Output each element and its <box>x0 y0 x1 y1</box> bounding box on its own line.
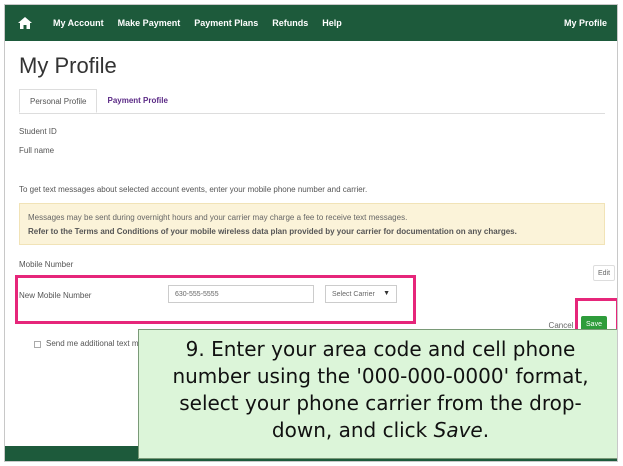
nav-my-profile[interactable]: My Profile <box>564 18 607 28</box>
nav-refunds[interactable]: Refunds <box>272 18 308 28</box>
home-icon[interactable] <box>11 5 39 41</box>
callout-line-4-end: . <box>482 418 490 442</box>
carrier-select-value: Select Carrier <box>332 290 375 298</box>
mobile-number-input[interactable] <box>168 285 314 303</box>
callout-line-3: select your phone carrier from the drop- <box>179 391 582 415</box>
nav-help[interactable]: Help <box>322 18 342 28</box>
page-title: My Profile <box>19 53 117 78</box>
additional-texts-label: Send me additional text me <box>46 339 143 348</box>
callout-save-emphasis: Save <box>433 418 483 442</box>
notice-line-2: Refer to the Terms and Conditions of you… <box>28 227 517 236</box>
callout-line-4-text: down, and click <box>271 418 434 442</box>
top-navigation: My Account Make Payment Payment Plans Re… <box>5 5 617 41</box>
nav-payment-plans[interactable]: Payment Plans <box>194 18 258 28</box>
app-window: My Account Make Payment Payment Plans Re… <box>4 4 618 462</box>
callout-line-1: 9. Enter your area code and cell phone <box>185 337 576 361</box>
sms-intro-text: To get text messages about selected acco… <box>19 185 368 194</box>
callout-line-2: number using the '000-000-0000' format, <box>172 364 589 388</box>
new-mobile-number-label: New Mobile Number <box>19 291 92 300</box>
student-id-label: Student ID <box>19 127 57 136</box>
tab-payment-profile[interactable]: Payment Profile <box>97 89 177 112</box>
edit-button[interactable]: Edit <box>593 265 615 281</box>
tab-personal-profile[interactable]: Personal Profile <box>19 89 98 113</box>
instruction-callout: 9. Enter your area code and cell phone n… <box>138 329 617 459</box>
nav-make-payment[interactable]: Make Payment <box>118 18 181 28</box>
carrier-select[interactable]: Select Carrier ▼ <box>325 285 397 303</box>
sms-fee-notice: Messages may be sent during overnight ho… <box>19 203 605 245</box>
full-name-label: Full name <box>19 146 55 155</box>
nav-my-account[interactable]: My Account <box>53 18 104 28</box>
caret-down-icon: ▼ <box>383 290 390 297</box>
mobile-number-label: Mobile Number <box>19 260 74 269</box>
profile-tabs: Personal Profile Payment Profile <box>19 89 605 114</box>
additional-texts-checkbox[interactable] <box>34 341 41 348</box>
callout-line-4: down, and click Save. <box>139 417 617 444</box>
notice-line-1: Messages may be sent during overnight ho… <box>28 213 408 222</box>
